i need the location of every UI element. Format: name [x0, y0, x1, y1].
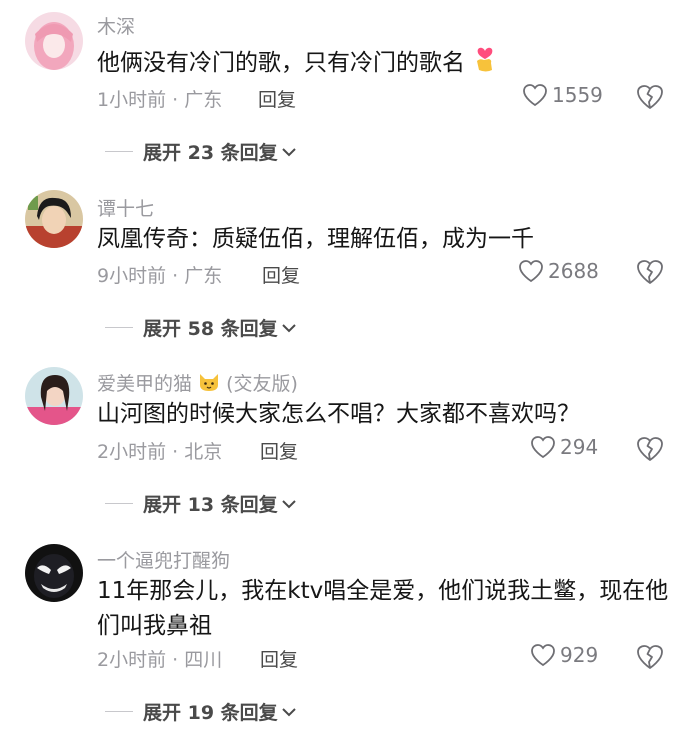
- broken-heart-icon[interactable]: [636, 436, 664, 462]
- divider-line: [105, 327, 133, 328]
- expand-replies-label: 展开 19 条回复: [143, 702, 278, 724]
- broken-heart-icon[interactable]: [636, 259, 664, 285]
- comment-text-content: 他俩没有冷门的歌，只有冷门的歌名: [97, 50, 465, 76]
- expand-replies-button[interactable]: 展开 13 条回复: [105, 490, 297, 517]
- broken-heart-icon[interactable]: [636, 84, 664, 110]
- chevron-down-icon: [281, 499, 296, 508]
- divider-line: [105, 711, 133, 712]
- comment-text: 他俩没有冷门的歌，只有冷门的歌名: [97, 43, 672, 84]
- like-count: 2688: [548, 259, 599, 283]
- reply-button[interactable]: 回复: [260, 437, 298, 464]
- avatar[interactable]: [25, 544, 83, 602]
- username-suffix: (交友版): [226, 373, 298, 395]
- expand-replies-button[interactable]: 展开 58 条回复: [105, 314, 297, 341]
- like-button[interactable]: 1559: [522, 83, 603, 107]
- avatar[interactable]: [25, 367, 83, 425]
- reply-button[interactable]: 回复: [262, 261, 300, 288]
- chevron-down-icon: [281, 323, 296, 332]
- heart-icon: [531, 644, 555, 667]
- expand-replies-button[interactable]: 展开 23 条回复: [105, 138, 297, 165]
- divider-line: [105, 151, 133, 152]
- like-count: 294: [560, 435, 599, 459]
- like-count: 1559: [552, 83, 603, 107]
- finger-heart-emoji: [472, 43, 498, 84]
- heart-icon: [519, 260, 543, 283]
- comment-meta: 2小时前 · 北京: [97, 441, 223, 463]
- broken-heart-icon[interactable]: [636, 644, 664, 670]
- like-count: 929: [560, 643, 599, 667]
- chevron-down-icon: [281, 707, 296, 716]
- username[interactable]: 一个逼兜打醒狗: [97, 546, 230, 573]
- comment-text: 山河图的时候大家怎么不唱？大家都不喜欢吗？: [97, 401, 580, 427]
- expand-replies-label: 展开 13 条回复: [143, 494, 278, 516]
- divider-line: [105, 503, 133, 504]
- comment-meta: 2小时前 · 四川: [97, 649, 223, 671]
- username[interactable]: 木深: [97, 12, 135, 39]
- username-text: 爱美甲的猫: [97, 373, 193, 395]
- expand-replies-button[interactable]: 展开 19 条回复: [105, 698, 297, 725]
- expand-replies-label: 展开 58 条回复: [143, 318, 278, 340]
- username[interactable]: 谭十七: [97, 194, 154, 221]
- comment-text: 凤凰传奇：质疑伍佰，理解伍佰，成为一千: [97, 226, 534, 252]
- reply-button[interactable]: 回复: [260, 645, 298, 672]
- comment-meta: 9小时前 · 广东: [97, 265, 223, 287]
- username[interactable]: 爱美甲的猫 (交友版): [97, 369, 298, 397]
- chevron-down-icon: [281, 147, 296, 156]
- cat-face-emoji: [198, 372, 220, 397]
- heart-icon: [523, 84, 547, 107]
- like-button[interactable]: 929: [530, 643, 598, 667]
- avatar[interactable]: [25, 12, 83, 70]
- like-button[interactable]: 2688: [518, 259, 599, 283]
- comment-text: 11年那会儿，我在ktv唱全是爱，他们说我土鳖，现在他们叫我鼻祖: [97, 578, 669, 639]
- expand-replies-label: 展开 23 条回复: [143, 142, 278, 164]
- reply-button[interactable]: 回复: [258, 85, 296, 112]
- avatar[interactable]: [25, 190, 83, 248]
- comment-meta: 1小时前 · 广东: [97, 89, 223, 111]
- heart-icon: [531, 436, 555, 459]
- like-button[interactable]: 294: [530, 435, 598, 459]
